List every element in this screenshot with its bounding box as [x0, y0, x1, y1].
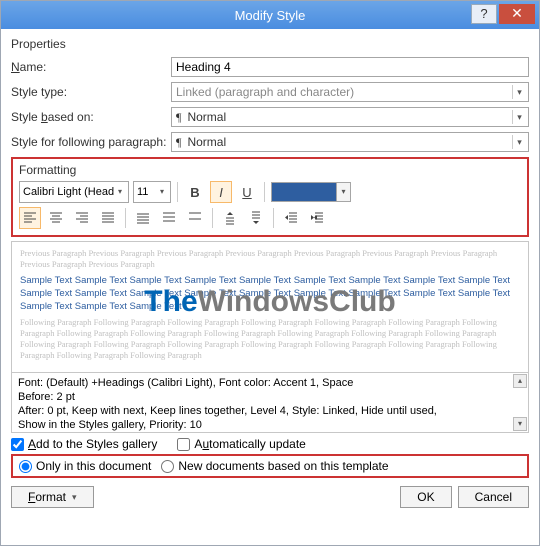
line-spacing-2-button[interactable]	[184, 207, 206, 229]
pilcrow-icon: ¶	[176, 135, 181, 150]
space-before-inc-button[interactable]	[219, 207, 241, 229]
add-to-gallery-checkbox[interactable]	[11, 438, 24, 451]
pilcrow-icon: ¶	[176, 110, 181, 125]
italic-button[interactable]: I	[210, 181, 232, 203]
new-documents-radio[interactable]	[161, 460, 174, 473]
style-type-label: Style type:	[11, 85, 171, 99]
chevron-down-icon: ▾	[512, 135, 526, 149]
space-before-dec-button[interactable]	[245, 207, 267, 229]
add-to-gallery-label: Add to the Styles gallery	[28, 437, 157, 451]
chevron-down-icon: ▾	[336, 183, 350, 201]
color-swatch-icon	[272, 183, 336, 201]
scroll-up-button[interactable]: ▴	[513, 374, 527, 388]
formatting-group: Formatting Calibri Light (Head▾ 11▾ B I …	[11, 157, 529, 237]
properties-section-label: Properties	[11, 37, 529, 51]
ok-button[interactable]: OK	[400, 486, 451, 508]
name-label: Name:	[11, 60, 171, 74]
only-this-document-radio[interactable]	[19, 460, 32, 473]
based-on-combo[interactable]: ¶Normal▾	[171, 107, 529, 127]
underline-button[interactable]: U	[236, 181, 258, 203]
only-this-document-label: Only in this document	[36, 459, 151, 473]
chevron-down-icon: ▾	[113, 184, 127, 200]
align-right-button[interactable]	[71, 207, 93, 229]
new-documents-label: New documents based on this template	[178, 459, 388, 473]
dialog-title: Modify Style	[235, 8, 306, 23]
decrease-indent-button[interactable]	[280, 207, 302, 229]
auto-update-checkbox[interactable]	[177, 438, 190, 451]
cancel-button[interactable]: Cancel	[458, 486, 529, 508]
font-color-combo[interactable]: ▾	[271, 182, 351, 202]
auto-update-label: Automatically update	[194, 437, 305, 451]
close-button[interactable]: ✕	[499, 4, 535, 24]
preview-pane: Previous Paragraph Previous Paragraph Pr…	[11, 241, 529, 373]
increase-indent-button[interactable]	[306, 207, 328, 229]
align-left-button[interactable]	[19, 207, 41, 229]
modify-style-dialog: Modify Style ? ✕ Properties Name: Style …	[0, 0, 540, 546]
style-type-combo[interactable]: Linked (paragraph and character)▾	[171, 82, 529, 102]
align-justify-button[interactable]	[97, 207, 119, 229]
chevron-down-icon: ▾	[155, 184, 169, 200]
help-button[interactable]: ?	[471, 4, 497, 24]
bold-button[interactable]: B	[184, 181, 206, 203]
font-size-combo[interactable]: 11▾	[133, 181, 171, 203]
chevron-down-icon: ▾	[512, 85, 526, 99]
style-description: Font: (Default) +Headings (Calibri Light…	[11, 373, 529, 433]
format-button[interactable]: Format	[11, 486, 94, 508]
align-center-button[interactable]	[45, 207, 67, 229]
formatting-label: Formatting	[19, 163, 521, 177]
line-spacing-1-button[interactable]	[132, 207, 154, 229]
name-input[interactable]	[171, 57, 529, 77]
line-spacing-15-button[interactable]	[158, 207, 180, 229]
titlebar: Modify Style ? ✕	[1, 1, 539, 29]
following-combo[interactable]: ¶Normal▾	[171, 132, 529, 152]
font-combo[interactable]: Calibri Light (Head▾	[19, 181, 129, 203]
following-label: Style for following paragraph:	[11, 135, 171, 149]
scroll-down-button[interactable]: ▾	[513, 417, 527, 431]
scope-radio-group: Only in this document New documents base…	[11, 454, 529, 478]
chevron-down-icon: ▾	[512, 110, 526, 124]
based-on-label: Style based on:	[11, 110, 171, 124]
